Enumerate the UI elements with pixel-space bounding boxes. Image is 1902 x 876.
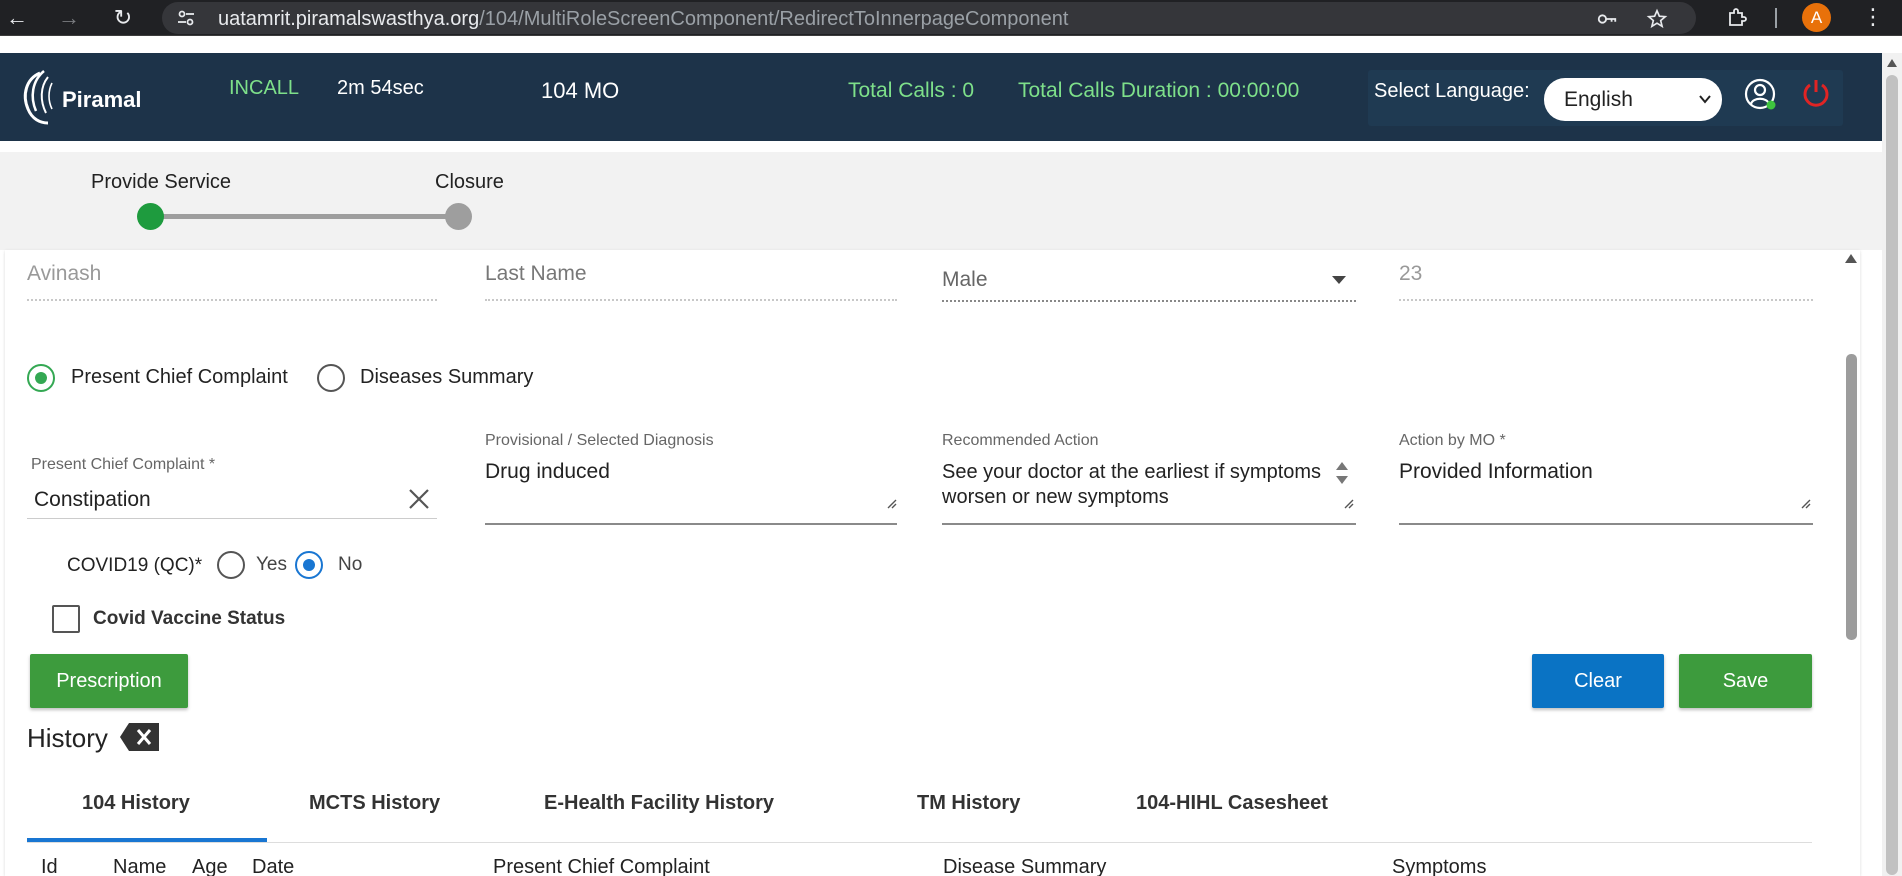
radio-covid-no[interactable] (295, 551, 323, 579)
back-icon[interactable]: ← (4, 5, 30, 31)
age-underline (1399, 299, 1813, 301)
active-tab-indicator (27, 838, 267, 842)
browser-menu-icon[interactable]: ⋮ (1862, 4, 1884, 30)
site-settings-icon[interactable] (176, 8, 196, 28)
gender-underline (942, 300, 1356, 302)
recommended-action-textarea[interactable]: See your doctor at the earliest if sympt… (942, 460, 1322, 510)
stepper-track (150, 214, 460, 219)
tab-ehealth-facility-history[interactable]: E-Health Facility History (544, 792, 774, 815)
diagnosis-label: Provisional / Selected Diagnosis (485, 432, 714, 449)
total-calls-duration: Total Calls Duration : 00:00:00 (1018, 79, 1300, 102)
radio-covid-yes-label[interactable]: Yes (256, 554, 287, 576)
caret-down-icon (1332, 276, 1346, 284)
column-header-disease-summary[interactable]: Disease Summary (943, 856, 1106, 876)
url-text: uatamrit.piramalswasthya.org/104/MultiRo… (218, 8, 1069, 30)
last-name-underline (485, 299, 897, 301)
page-scrollbar-thumb[interactable] (1886, 75, 1898, 875)
page-scrollbar[interactable] (1882, 53, 1902, 876)
textarea-spin-icon[interactable] (1335, 460, 1349, 488)
last-name-field[interactable]: Last Name (485, 262, 587, 286)
history-title: History (27, 723, 108, 753)
reload-icon[interactable]: ↻ (110, 5, 136, 31)
tab-104-hihl-casesheet[interactable]: 104-HIHL Casesheet (1136, 792, 1328, 815)
chief-complaint-underline (27, 518, 437, 519)
language-label: Select Language: (1374, 80, 1530, 102)
radio-present-chief-complaint[interactable] (27, 364, 55, 392)
recommended-action-label: Recommended Action (942, 432, 1099, 449)
chevron-down-icon (1699, 95, 1711, 104)
panel-scrollbar-thumb[interactable] (1846, 354, 1857, 640)
clear-complaint-icon[interactable] (408, 488, 430, 510)
gender-select[interactable]: Male (942, 264, 1356, 302)
language-value: English (1564, 88, 1633, 111)
column-header-id[interactable]: Id (41, 856, 58, 876)
step-dot-active[interactable] (137, 203, 164, 230)
action-by-mo-label: Action by MO * (1399, 432, 1506, 449)
radio-covid-yes[interactable] (217, 551, 245, 579)
logout-power-icon[interactable] (1800, 77, 1832, 109)
step-dot-inactive[interactable] (445, 203, 472, 230)
tabs-divider (27, 842, 1812, 843)
resize-handle-icon[interactable] (1342, 497, 1354, 509)
column-header-present-chief-complaint[interactable]: Present Chief Complaint (493, 856, 710, 876)
save-button[interactable]: Save (1679, 654, 1812, 708)
backspace-clear-icon[interactable] (119, 722, 161, 752)
gender-value: Male (942, 268, 988, 291)
role-label: 104 MO (541, 78, 620, 103)
clear-button[interactable]: Clear (1532, 654, 1664, 708)
recommended-action-underline (942, 523, 1356, 525)
piramal-logo-icon (23, 70, 53, 125)
diagnosis-underline (485, 523, 897, 525)
first-name-underline (27, 299, 437, 301)
step-closure[interactable]: Closure (435, 171, 504, 194)
total-calls: Total Calls : 0 (848, 79, 975, 102)
progress-stepper: Provide Service Closure (0, 152, 1882, 250)
diagnosis-textarea[interactable]: Drug induced (485, 460, 610, 484)
user-profile-icon[interactable] (1743, 77, 1777, 111)
browser-toolbar: ← → ↻ uatamrit.piramalswasthya.org/104/M… (0, 0, 1902, 36)
extensions-icon[interactable] (1725, 6, 1749, 30)
panel-scrollbar[interactable] (1842, 250, 1860, 876)
column-header-age[interactable]: Age (192, 856, 228, 876)
step-provide-service[interactable]: Provide Service (91, 171, 231, 194)
first-name-field[interactable]: Avinash (27, 262, 101, 286)
radio-diseases-summary[interactable] (317, 364, 345, 392)
scroll-up-icon[interactable] (1845, 254, 1857, 263)
column-header-symptoms[interactable]: Symptoms (1392, 856, 1486, 876)
piramal-logo: Piramal (18, 67, 148, 127)
logo-text: Piramal (62, 87, 142, 112)
radio-diseases-summary-label[interactable]: Diseases Summary (360, 366, 533, 389)
resize-handle-icon[interactable] (885, 497, 897, 509)
chief-complaint-input[interactable]: Constipation (34, 488, 151, 512)
call-status: INCALL (229, 77, 300, 99)
column-header-name[interactable]: Name (113, 856, 166, 876)
column-header-date[interactable]: Date (252, 856, 294, 876)
call-timer: 2m 54sec (337, 77, 424, 99)
profile-avatar[interactable]: A (1802, 3, 1831, 32)
prescription-button[interactable]: Prescription (30, 654, 188, 708)
chief-complaint-label: Present Chief Complaint * (31, 456, 216, 473)
radio-covid-no-label[interactable]: No (338, 554, 362, 576)
key-icon[interactable] (1596, 8, 1618, 30)
covid-vaccine-label[interactable]: Covid Vaccine Status (93, 608, 285, 630)
action-by-mo-textarea[interactable]: Provided Information (1399, 460, 1593, 484)
action-by-mo-underline (1399, 523, 1813, 525)
language-select[interactable]: English (1544, 78, 1722, 121)
address-bar[interactable]: uatamrit.piramalswasthya.org/104/MultiRo… (162, 2, 1696, 34)
resize-handle-icon[interactable] (1799, 497, 1811, 509)
forward-icon[interactable]: → (56, 5, 82, 31)
app-header: Piramal INCALL 2m 54sec 104 MO Total Cal… (0, 53, 1882, 141)
service-form-panel: Avinash Last Name Male 23 Present Chief … (5, 250, 1860, 876)
age-field[interactable]: 23 (1399, 262, 1422, 286)
tab-tm-history[interactable]: TM History (917, 792, 1020, 815)
tab-104-history[interactable]: 104 History (82, 792, 190, 815)
scroll-up-icon[interactable] (1887, 59, 1897, 67)
radio-present-chief-complaint-label[interactable]: Present Chief Complaint (71, 366, 288, 389)
toolbar-divider (1775, 8, 1777, 28)
covid-qc-label: COVID19 (QC)* (67, 555, 203, 576)
bookmark-star-icon[interactable] (1646, 8, 1668, 30)
covid-vaccine-checkbox[interactable] (52, 605, 80, 633)
tab-mcts-history[interactable]: MCTS History (309, 792, 440, 815)
